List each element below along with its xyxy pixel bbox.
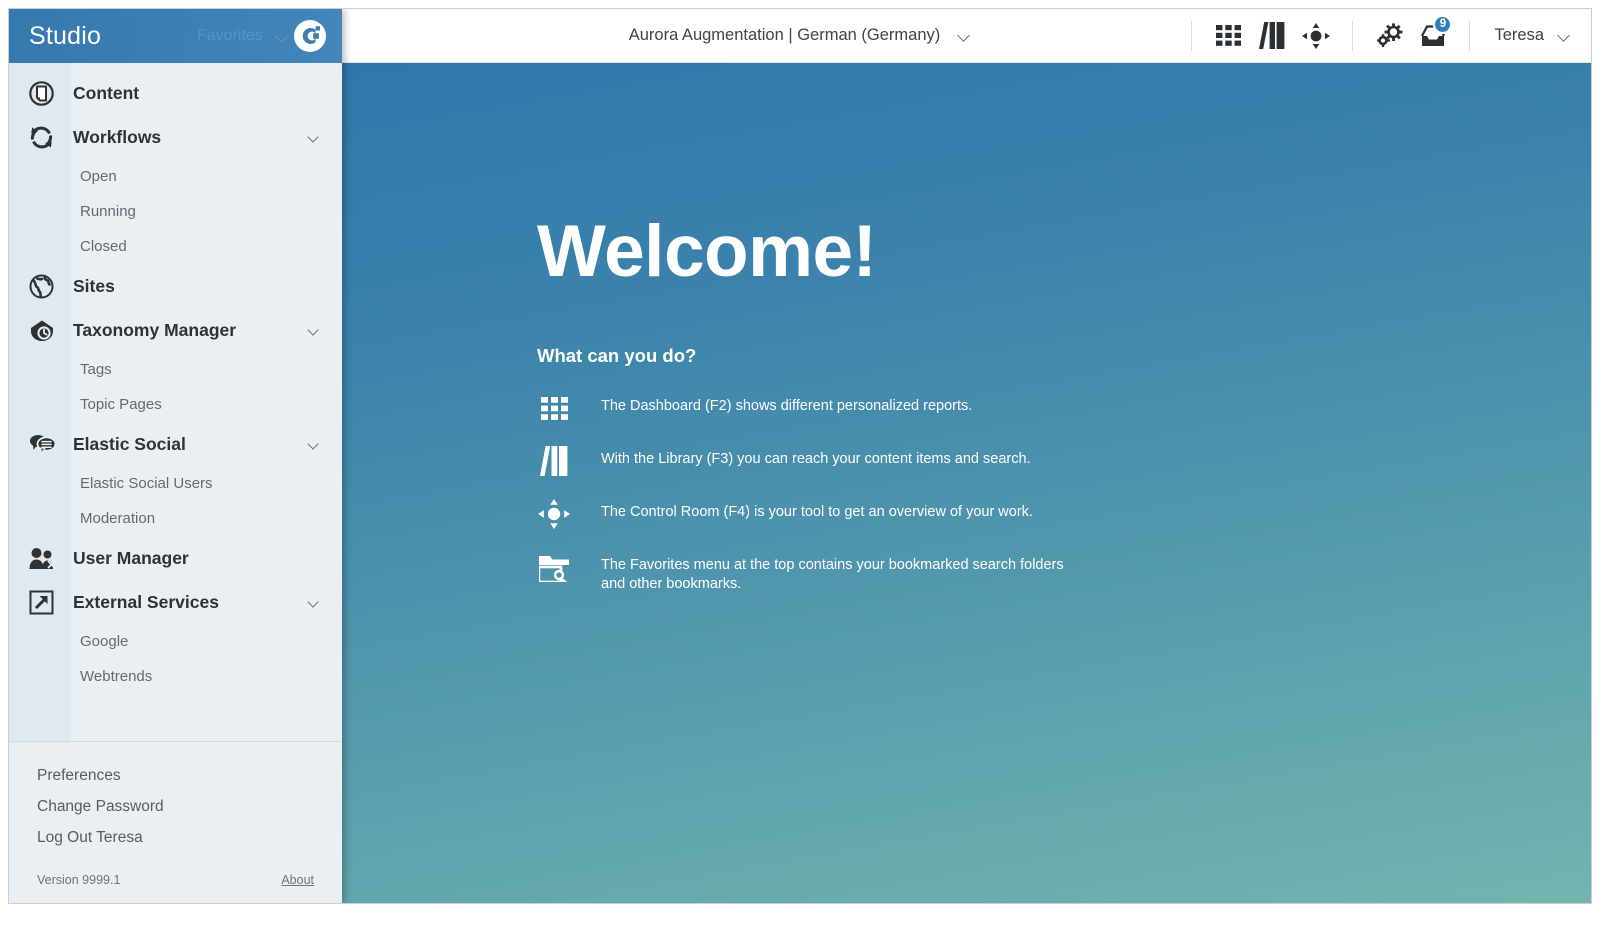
welcome-content: Welcome! What can you do? The Dashboard … xyxy=(537,215,1071,616)
settings-button[interactable] xyxy=(1367,9,1411,63)
chevron-down-icon xyxy=(276,30,289,43)
inbox-button[interactable]: 9 xyxy=(1411,9,1455,63)
version-row: Version 9999.1 About xyxy=(9,853,342,903)
sidebar-item-label: User Manager xyxy=(73,547,189,568)
feature-item-control-room: The Control Room (F4) is your tool to ge… xyxy=(537,499,1071,531)
chevron-down-icon xyxy=(1558,29,1571,42)
sidebar-subitem-google[interactable]: Google xyxy=(9,624,342,659)
divider xyxy=(1191,20,1193,51)
feature-item-library: With the Library (F3) you can reach your… xyxy=(537,446,1071,478)
sidebar-subitem-topic-pages[interactable]: Topic Pages xyxy=(9,387,342,422)
preferences-link[interactable]: Preferences xyxy=(9,760,342,791)
site-selector-label: Aurora Augmentation | German (Germany) xyxy=(628,26,941,44)
sidebar-item-label: Sites xyxy=(73,275,115,296)
external-link-icon xyxy=(29,590,73,615)
user-menu[interactable]: Teresa xyxy=(1484,26,1577,45)
content-icon xyxy=(29,80,73,106)
users-icon xyxy=(29,547,73,570)
change-password-link[interactable]: Change Password xyxy=(9,791,342,822)
sidebar-item-label: Elastic Social xyxy=(73,433,186,454)
library-books-icon xyxy=(537,444,571,478)
welcome-subtitle: What can you do? xyxy=(537,345,697,366)
coremedia-logo-icon[interactable] xyxy=(294,20,326,52)
gears-icon xyxy=(1377,23,1403,47)
sidebar-subitem-webtrends[interactable]: Webtrends xyxy=(9,659,342,694)
chevron-down-icon xyxy=(958,29,971,42)
sidebar-item-taxonomy-manager[interactable]: Taxonomy Manager xyxy=(9,308,342,352)
logout-link[interactable]: Log Out Teresa xyxy=(9,822,342,853)
control-room-icon xyxy=(1302,22,1331,49)
feature-text: The Favorites menu at the top contains y… xyxy=(601,557,1064,592)
favorites-ghost-label: Favorites xyxy=(197,27,263,44)
sidebar-item-label: Content xyxy=(73,82,140,103)
sidebar-header: Studio Favorites xyxy=(9,9,342,63)
dashboard-grid-icon xyxy=(537,391,571,425)
favorites-menu-ghost: Favorites xyxy=(197,9,289,63)
sidebar-subitem-open[interactable]: Open xyxy=(9,159,342,194)
feature-text: The Dashboard (F2) shows different perso… xyxy=(601,398,973,414)
sidebar: Studio Favorites Content Workflows Open … xyxy=(9,9,342,903)
chevron-down-icon[interactable] xyxy=(306,324,322,337)
chevron-down-icon[interactable] xyxy=(306,596,322,609)
sidebar-item-user-manager[interactable]: User Manager xyxy=(9,536,342,580)
feature-text: With the Library (F3) you can reach your… xyxy=(601,451,1031,467)
page-title: Welcome! xyxy=(537,211,877,292)
feature-list: The Dashboard (F2) shows different perso… xyxy=(537,395,1071,593)
divider xyxy=(1469,20,1471,51)
control-room-icon xyxy=(537,497,571,531)
studio-window: Favorites Create Aurora Augmentation | G… xyxy=(8,8,1592,904)
feature-item-dashboard: The Dashboard (F2) shows different perso… xyxy=(537,395,1071,425)
globe-icon xyxy=(29,274,73,299)
sidebar-subitem-closed[interactable]: Closed xyxy=(9,229,342,264)
sidebar-item-label: External Services xyxy=(73,591,219,612)
control-room-button[interactable] xyxy=(1294,9,1338,63)
sidebar-item-label: Workflows xyxy=(73,126,162,147)
sidebar-nav: Content Workflows Open Running Closed Si… xyxy=(9,63,342,741)
feature-item-favorites: The Favorites menu at the top contains y… xyxy=(537,554,1071,593)
welcome-pane: Welcome! What can you do? The Dashboard … xyxy=(342,63,1591,903)
top-bar-right: 9 Teresa xyxy=(1177,9,1591,62)
sidebar-subitem-moderation[interactable]: Moderation xyxy=(9,501,342,536)
sidebar-item-elastic-social[interactable]: Elastic Social xyxy=(9,422,342,466)
user-menu-label: Teresa xyxy=(1494,26,1544,44)
dashboard-grid-icon xyxy=(1215,25,1241,46)
site-selector[interactable]: Aurora Augmentation | German (Germany) xyxy=(629,26,972,45)
library-books-icon xyxy=(1259,22,1285,49)
app-title: Studio xyxy=(29,21,102,50)
sidebar-item-external-services[interactable]: External Services xyxy=(9,580,342,624)
favorites-folder-icon xyxy=(537,550,571,584)
chevron-down-icon[interactable] xyxy=(306,438,322,451)
sidebar-subitem-running[interactable]: Running xyxy=(9,194,342,229)
feature-text: The Control Room (F4) is your tool to ge… xyxy=(601,504,1033,520)
chevron-down-icon[interactable] xyxy=(306,131,322,144)
sidebar-footer: Preferences Change Password Log Out Tere… xyxy=(9,741,342,903)
workflows-icon xyxy=(29,125,73,150)
about-link[interactable]: About xyxy=(281,873,314,887)
inbox-badge: 9 xyxy=(1433,14,1453,34)
sidebar-item-sites[interactable]: Sites xyxy=(9,264,342,308)
sidebar-item-content[interactable]: Content xyxy=(9,71,342,115)
sidebar-item-label: Taxonomy Manager xyxy=(73,319,237,340)
dashboard-button[interactable] xyxy=(1206,9,1250,63)
elastic-social-icon xyxy=(29,433,73,456)
library-button[interactable] xyxy=(1250,9,1294,63)
sidebar-subitem-elastic-social-users[interactable]: Elastic Social Users xyxy=(9,466,342,501)
divider xyxy=(1352,20,1354,51)
taxonomy-icon xyxy=(29,318,73,343)
sidebar-subitem-tags[interactable]: Tags xyxy=(9,352,342,387)
version-label: Version 9999.1 xyxy=(37,873,121,887)
sidebar-item-workflows[interactable]: Workflows xyxy=(9,115,342,159)
